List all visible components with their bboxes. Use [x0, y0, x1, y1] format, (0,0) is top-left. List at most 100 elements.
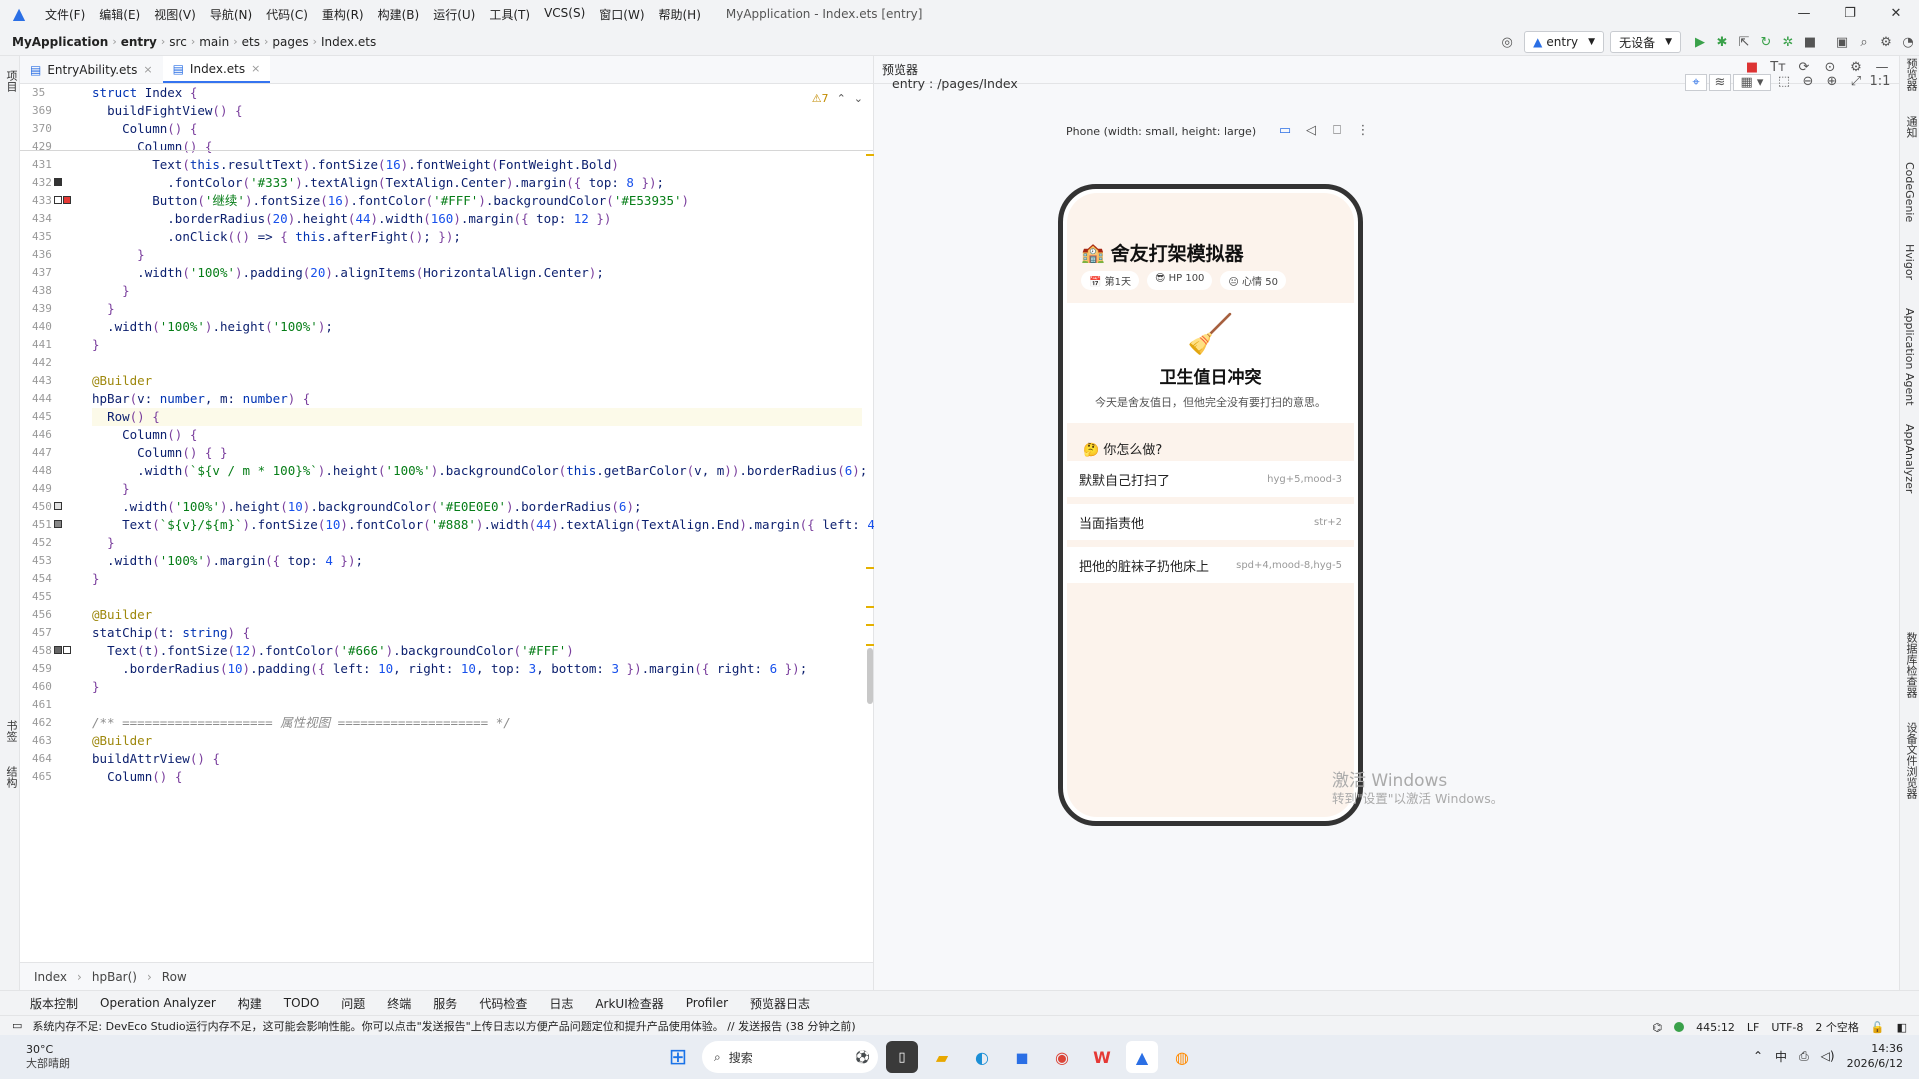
editor-scrollbar[interactable]	[867, 648, 873, 704]
network-icon[interactable]: ⎙	[1799, 1049, 1809, 1064]
close-icon[interactable]: ×	[251, 62, 260, 75]
option-button[interactable]: 默默自己打扫了 hyg+5,mood-3	[1067, 461, 1354, 497]
tool-window-button[interactable]: 问题	[341, 995, 365, 1012]
color-swatch-icon[interactable]	[54, 520, 62, 528]
code-line[interactable]	[92, 588, 862, 606]
account-icon[interactable]: ◔	[1897, 35, 1919, 50]
code-line[interactable]	[92, 696, 862, 714]
zoom-in-icon[interactable]: ⊕	[1821, 74, 1843, 91]
color-swatch-icon[interactable]	[63, 646, 71, 654]
code-line[interactable]: @Builder	[92, 606, 862, 624]
device-select[interactable]: 无设备 ▼	[1610, 31, 1681, 53]
code-line[interactable]: .borderRadius(20).height(44).width(160).…	[92, 210, 862, 228]
tool-window-button[interactable]: 构建	[238, 995, 262, 1012]
menu-item[interactable]: 运行(U)	[426, 6, 482, 23]
code-line[interactable]: }	[92, 480, 862, 498]
refresh-icon[interactable]: ⟳	[1793, 60, 1815, 75]
code-line[interactable]: struct Index {	[92, 84, 862, 102]
bookmarks-tool-button[interactable]: 书签	[3, 720, 19, 742]
windows-start-icon[interactable]: ⊞	[662, 1041, 694, 1073]
more-icon[interactable]: ⋮	[1352, 123, 1374, 138]
indent-setting[interactable]: 2 个空格	[1815, 1019, 1859, 1035]
codegenie-tool-button[interactable]: CodeGenie	[1903, 162, 1916, 222]
application-agent-tool-button[interactable]: Application Agent	[1903, 308, 1916, 406]
memory-icon[interactable]: ◧	[1897, 1021, 1907, 1034]
code-line[interactable]: }	[92, 336, 862, 354]
app-icon[interactable]: ◍	[1166, 1041, 1198, 1073]
appanalyzer-tool-button[interactable]: AppAnalyzer	[1903, 424, 1916, 493]
tool-window-button[interactable]: 代码检查	[479, 995, 527, 1012]
tool-window-button[interactable]: 日志	[549, 995, 573, 1012]
menu-item[interactable]: 窗口(W)	[592, 6, 651, 23]
breadcrumb-item[interactable]: hpBar()	[92, 970, 137, 984]
tool-window-button[interactable]: 预览器日志	[750, 995, 810, 1012]
apply-changes-icon[interactable]: ↻	[1755, 35, 1777, 50]
tool-window-button[interactable]: 服务	[433, 995, 457, 1012]
code-line[interactable]: statChip(t: string) {	[92, 624, 862, 642]
status-message[interactable]: 系统内存不足: DevEco Studio运行内存不足，这可能会影响性能。你可以…	[32, 1018, 855, 1034]
settings-icon[interactable]: ⚙	[1875, 35, 1897, 50]
code-area[interactable]: struct Index { buildFightView() { Column…	[92, 84, 905, 786]
option-button[interactable]: 把他的脏袜子扔他床上 spd+4,mood-8,hyg-5	[1067, 547, 1354, 583]
chevron-up-icon[interactable]: ⌃	[1753, 1049, 1763, 1063]
code-line[interactable]: Text(`${v}/${m}`).fontSize(10).fontColor…	[92, 516, 905, 534]
color-swatch-icon[interactable]	[63, 196, 71, 204]
code-line[interactable]: hpBar(v: number, m: number) {	[92, 390, 862, 408]
code-line[interactable]: buildFightView() {	[92, 102, 862, 120]
close-icon[interactable]: ×	[143, 63, 152, 76]
menu-item[interactable]: 代码(C)	[259, 6, 315, 23]
run-icon[interactable]: ▶	[1689, 35, 1711, 50]
inspector-icon[interactable]: ⊙	[1819, 60, 1841, 75]
code-line[interactable]: }	[92, 570, 862, 588]
code-line[interactable]	[92, 354, 862, 372]
code-line[interactable]: }	[92, 246, 862, 264]
menu-item[interactable]: 编辑(E)	[92, 6, 147, 23]
code-line[interactable]: @Builder	[92, 372, 862, 390]
target-icon[interactable]: ◎	[1496, 35, 1518, 50]
code-line[interactable]: .width('100%').padding(20).alignItems(Ho…	[92, 264, 862, 282]
caret-position[interactable]: 445:12	[1696, 1021, 1735, 1034]
tool-window-button[interactable]: 版本控制	[30, 995, 78, 1012]
code-line[interactable]: .width('100%').height(10).backgroundColo…	[92, 498, 862, 516]
menu-item[interactable]: 工具(T)	[482, 6, 537, 23]
ime-indicator[interactable]: 中	[1775, 1048, 1787, 1065]
code-line[interactable]: .width('100%').height('100%');	[92, 318, 862, 336]
code-line[interactable]: Text(this.resultText).fontSize(16).fontW…	[92, 156, 862, 174]
profiler-icon[interactable]: ✲	[1777, 35, 1799, 50]
breadcrumb-item[interactable]: Index	[34, 970, 67, 984]
code-line[interactable]: .fontColor('#333').textAlign(TextAlign.C…	[92, 174, 862, 192]
code-line[interactable]: .onClick(() => { this.afterFight(); });	[92, 228, 862, 246]
previewer-tool-button[interactable]: 预览器	[1903, 58, 1919, 91]
deveco-studio-icon[interactable]: ▲	[1126, 1041, 1158, 1073]
hvigor-tool-button[interactable]: Hvigor	[1903, 244, 1916, 280]
breadcrumb-item[interactable]: ets	[238, 35, 264, 49]
code-line[interactable]: /** ==================== 属性视图 ==========…	[92, 714, 862, 732]
code-line[interactable]: .borderRadius(10).padding({ left: 10, ri…	[92, 660, 862, 678]
layers-icon[interactable]: ≋	[1709, 74, 1731, 91]
device-frame-icon[interactable]: ▭	[1274, 123, 1296, 138]
code-line[interactable]: Column() {	[92, 426, 862, 444]
search-icon[interactable]: ⌕	[1853, 35, 1875, 50]
tab-entryability[interactable]: ▤ EntryAbility.ets ×	[20, 56, 163, 83]
file-encoding[interactable]: UTF-8	[1771, 1021, 1803, 1034]
breadcrumb-item[interactable]: Row	[162, 970, 187, 984]
color-swatch-icon[interactable]	[54, 178, 62, 186]
code-line[interactable]: .width(`${v / m * 100}%`).height('100%')…	[92, 462, 867, 480]
tool-window-button[interactable]: TODO	[284, 996, 319, 1010]
debug-icon[interactable]: ✱	[1711, 35, 1733, 50]
fit-screen-icon[interactable]: ⬚	[1773, 74, 1795, 91]
tab-index[interactable]: ▤ Index.ets ×	[162, 56, 271, 83]
code-line[interactable]: Column() {	[92, 120, 862, 138]
color-swatch-icon[interactable]	[54, 502, 62, 510]
expand-icon[interactable]: ⤢	[1845, 74, 1867, 91]
code-line[interactable]: }	[92, 678, 862, 696]
task-view-icon[interactable]: ▯	[886, 1041, 918, 1073]
breadcrumb-item[interactable]: main	[195, 35, 233, 49]
file-explorer-icon[interactable]: ▰	[926, 1041, 958, 1073]
attach-icon[interactable]: ⇱	[1733, 35, 1755, 50]
code-line[interactable]: }	[92, 282, 862, 300]
edge-icon[interactable]: ◐	[966, 1041, 998, 1073]
taskbar-search[interactable]: ⌕ 搜索 ⚽	[702, 1041, 878, 1073]
line-separator[interactable]: LF	[1747, 1021, 1759, 1034]
code-line[interactable]: buildAttrView() {	[92, 750, 862, 768]
